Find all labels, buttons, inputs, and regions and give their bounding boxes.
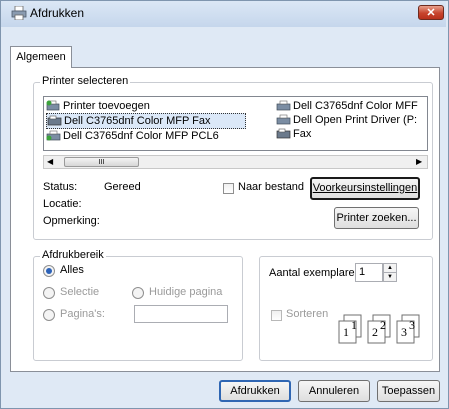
printer-icon: [46, 130, 61, 141]
range-current-page-radio[interactable]: [132, 287, 144, 299]
scroll-right-arrow-icon[interactable]: ▶: [416, 157, 422, 166]
horizontal-scrollbar[interactable]: ◀ III ▶: [43, 155, 428, 169]
printer-item-c3765-mff[interactable]: Dell C3765dnf Color MFF: [276, 99, 426, 113]
add-printer-icon: [46, 100, 60, 111]
collate-checkbox[interactable]: [271, 310, 282, 321]
print-to-file-label[interactable]: Naar bestand: [238, 181, 304, 193]
pages-input[interactable]: [134, 305, 228, 323]
print-range-legend: Afdrukbereik: [40, 249, 106, 261]
cancel-button-label: Annuleren: [308, 385, 360, 397]
apply-button[interactable]: Toepassen: [377, 380, 440, 402]
printer-list[interactable]: Printer toevoegen Dell C3765dnf Color MF…: [43, 96, 428, 151]
printer-item-label: Printer toevoegen: [63, 100, 150, 112]
copies-count-input[interactable]: 1: [355, 263, 383, 282]
range-pages-radio[interactable]: [43, 309, 55, 321]
apply-button-label: Toepassen: [381, 385, 436, 397]
scroll-thumb[interactable]: III: [64, 157, 139, 167]
comment-label: Opmerking:: [43, 215, 100, 227]
collate-page-number: 3: [409, 318, 415, 332]
close-button[interactable]: ✕: [418, 5, 444, 20]
status-value: Gereed: [104, 181, 141, 193]
printer-item-label: Fax: [293, 128, 312, 140]
collate-page-number: 2: [372, 325, 378, 339]
printer-icon: [276, 100, 291, 111]
copies-count-label: Aantal exemplaren:: [269, 267, 364, 279]
find-printer-button-label: Printer zoeken...: [336, 212, 417, 224]
printer-item-label: Dell C3765dnf Color MFF: [293, 100, 418, 112]
printer-item-open-print[interactable]: Dell Open Print Driver (P:: [276, 113, 426, 127]
copies-spinner[interactable]: ▲ ▼: [383, 263, 397, 282]
range-all-label[interactable]: Alles: [60, 264, 84, 276]
spin-down-icon[interactable]: ▼: [384, 273, 396, 281]
range-current-page-label[interactable]: Huidige pagina: [149, 286, 222, 298]
collate-page-number: 1: [351, 318, 357, 332]
range-selection-radio[interactable]: [43, 287, 55, 299]
range-pages-label[interactable]: Pagina's:: [60, 308, 105, 320]
preferences-button-label: Voorkeursinstellingen: [312, 182, 418, 194]
fax-icon: [276, 128, 291, 139]
scroll-left-arrow-icon[interactable]: ◀: [47, 157, 53, 166]
print-button[interactable]: Afdrukken: [219, 380, 291, 402]
printer-item-label: Dell C3765dnf Color MFP Fax: [64, 115, 211, 127]
tab-algemeen[interactable]: Algemeen: [10, 46, 72, 68]
fax-icon: [47, 115, 62, 126]
printer-app-icon: [11, 6, 27, 20]
printer-item-label: Dell Open Print Driver (P:: [293, 114, 418, 126]
printer-item-add[interactable]: Printer toevoegen: [46, 99, 256, 113]
location-label: Locatie:: [43, 198, 82, 210]
range-selection-label[interactable]: Selectie: [60, 286, 99, 298]
status-label: Status:: [43, 181, 78, 193]
spin-up-icon[interactable]: ▲: [384, 264, 396, 273]
preferences-button[interactable]: Voorkeursinstellingen: [310, 177, 420, 200]
collate-label[interactable]: Sorteren: [286, 308, 328, 320]
cancel-button[interactable]: Annuleren: [298, 380, 370, 402]
print-to-file-checkbox[interactable]: [223, 183, 234, 194]
find-printer-button[interactable]: Printer zoeken...: [334, 207, 419, 229]
printer-icon: [276, 114, 291, 125]
printer-item-fax[interactable]: Fax: [276, 127, 426, 141]
copies-count-value: 1: [359, 266, 366, 278]
window-title: Afdrukken: [30, 6, 85, 20]
range-all-radio[interactable]: [43, 265, 55, 277]
printer-item-c3765-pcl6[interactable]: Dell C3765dnf Color MFP PCL6: [46, 129, 256, 143]
printer-item-c3765-fax[interactable]: Dell C3765dnf Color MFP Fax: [46, 113, 246, 129]
collate-page-number: 1: [343, 325, 349, 339]
printer-item-label: Dell C3765dnf Color MFP PCL6: [63, 130, 219, 142]
collate-page-number: 2: [380, 318, 386, 332]
collate-page-number: 3: [401, 325, 407, 339]
printer-select-legend: Printer selecteren: [40, 75, 131, 87]
print-button-label: Afdrukken: [230, 385, 280, 397]
